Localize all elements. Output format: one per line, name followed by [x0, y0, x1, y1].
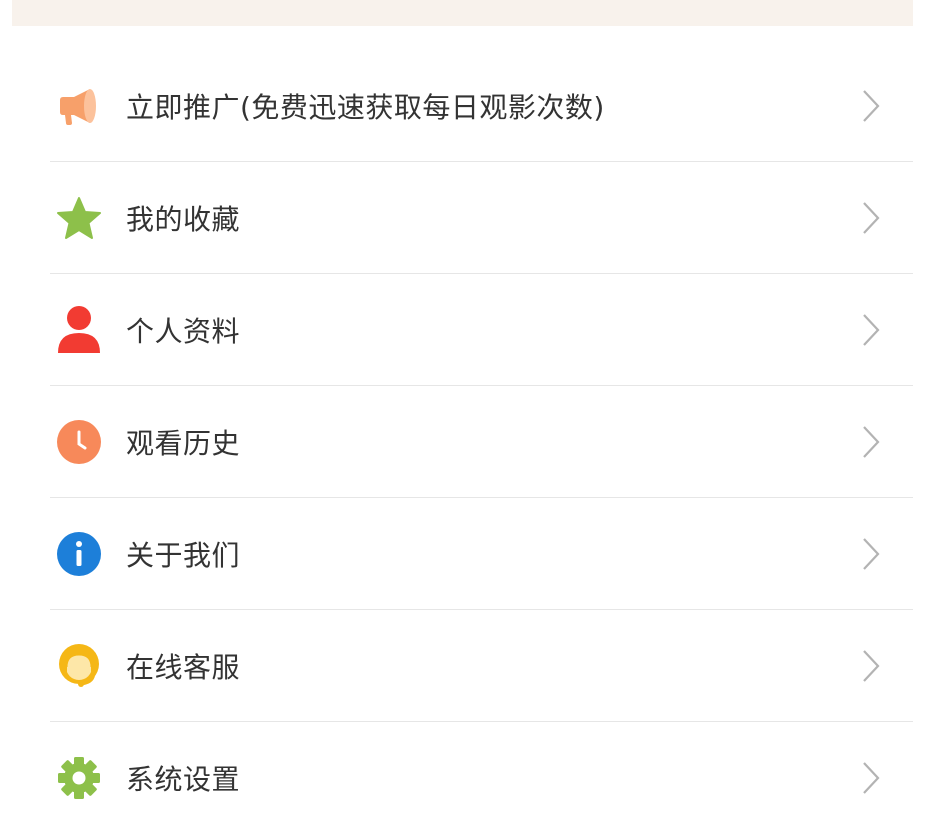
- menu-item-settings[interactable]: 系统设置: [50, 722, 913, 834]
- top-banner: [12, 0, 913, 26]
- megaphone-icon: [54, 81, 104, 131]
- chevron-right-icon: [863, 537, 880, 570]
- menu-item-about[interactable]: 关于我们: [50, 498, 913, 610]
- menu-item-customer-service[interactable]: 在线客服: [50, 610, 913, 722]
- menu-item-label: 立即推广(免费迅速获取每日观影次数): [126, 90, 605, 124]
- menu-item-label: 个人资料: [126, 314, 241, 348]
- info-icon: [54, 529, 104, 579]
- menu-item-profile[interactable]: 个人资料: [50, 274, 913, 386]
- clock-icon: [54, 417, 104, 467]
- menu-item-label: 关于我们: [126, 538, 241, 572]
- menu-item-label: 系统设置: [126, 763, 241, 796]
- star-icon: [54, 193, 104, 243]
- menu-item-label: 观看历史: [126, 426, 241, 460]
- user-icon: [54, 305, 104, 355]
- gear-icon: [54, 753, 104, 803]
- menu-item-label: 在线客服: [126, 650, 241, 684]
- chevron-right-icon: [863, 201, 880, 234]
- menu-list: 立即推广(免费迅速获取每日观影次数) 我的收藏 个人资料 观看历史 关于我们 在…: [50, 50, 913, 834]
- chevron-right-icon: [863, 762, 880, 794]
- chevron-right-icon: [863, 313, 880, 346]
- menu-item-favorites[interactable]: 我的收藏: [50, 162, 913, 274]
- menu-item-label: 我的收藏: [126, 202, 241, 236]
- headset-icon: [54, 641, 104, 691]
- menu-item-history[interactable]: 观看历史: [50, 386, 913, 498]
- chevron-right-icon: [863, 649, 880, 682]
- chevron-right-icon: [863, 425, 880, 458]
- menu-item-promote[interactable]: 立即推广(免费迅速获取每日观影次数): [50, 50, 913, 162]
- chevron-right-icon: [863, 89, 880, 122]
